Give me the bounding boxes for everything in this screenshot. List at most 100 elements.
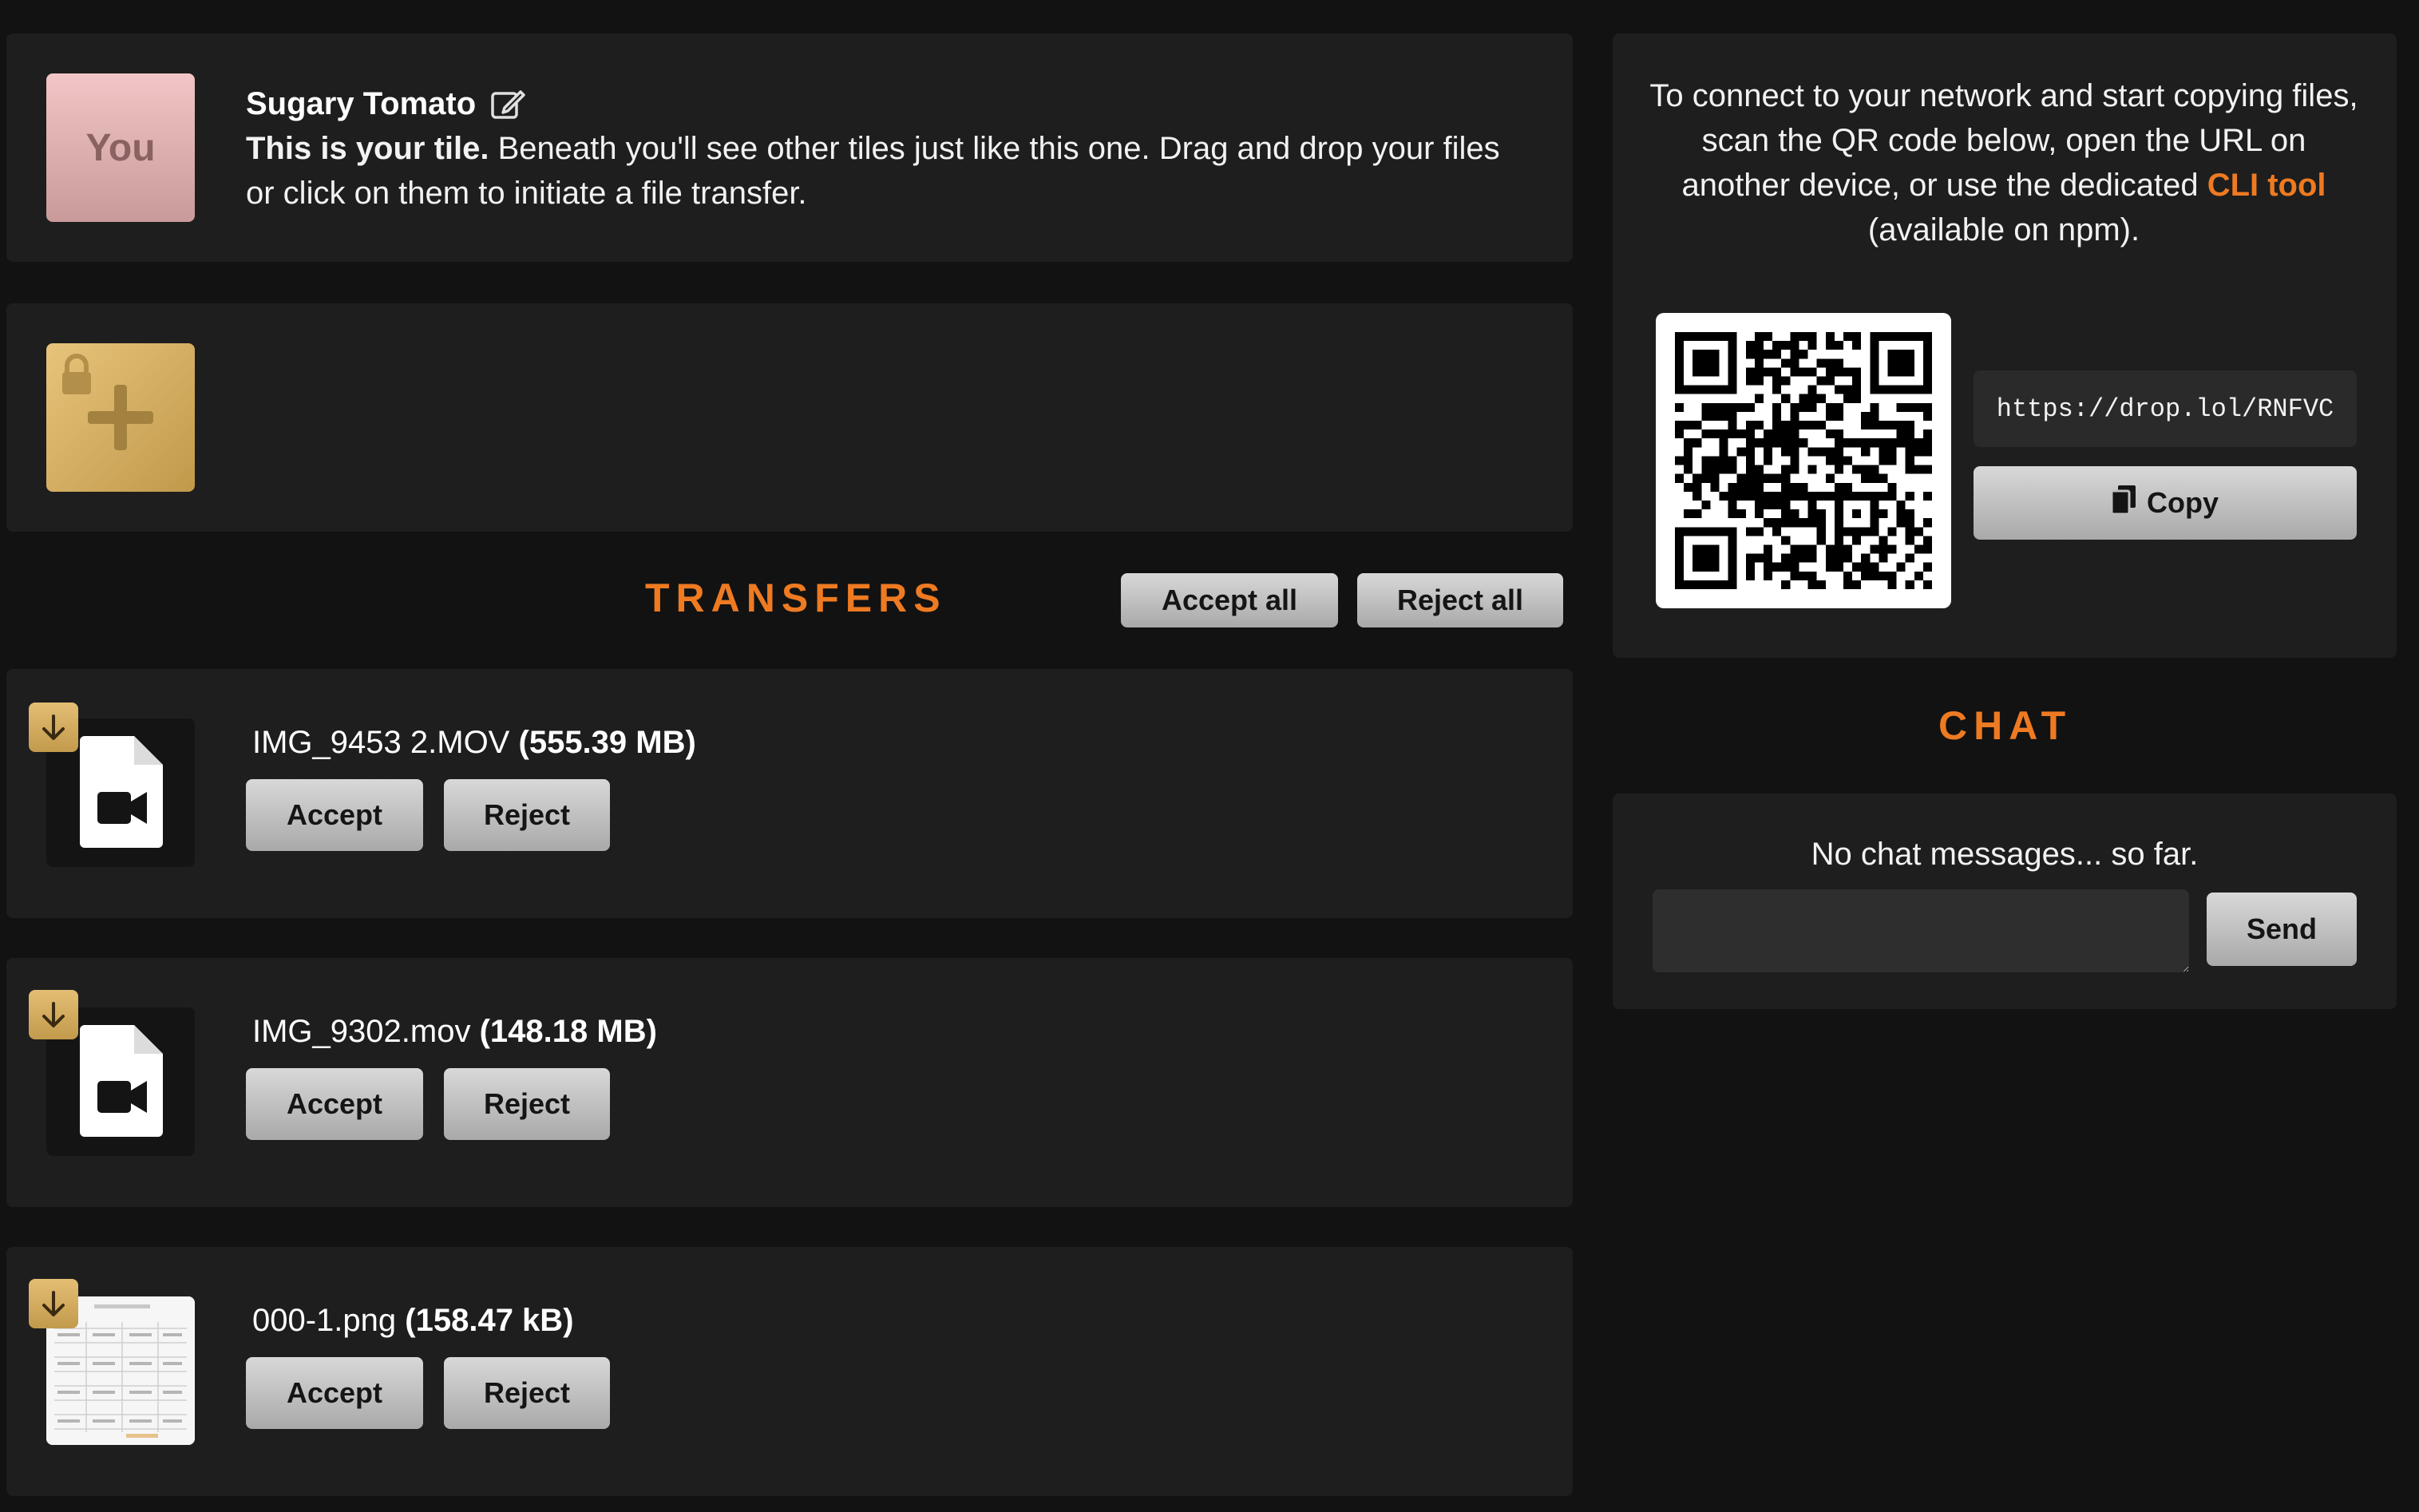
qr-module [1728,402,1737,412]
qr-module [1861,527,1871,536]
qr-module [1914,332,1923,342]
accept-button[interactable]: Accept [246,779,423,851]
accept-button[interactable]: Accept [246,1357,423,1429]
reject-button[interactable]: Reject [444,1068,610,1140]
qr-module [1870,491,1879,501]
qr-module [1701,456,1711,465]
cli-tool-link[interactable]: CLI tool [2207,168,2326,203]
qr-module [1887,447,1897,457]
qr-module [1781,429,1791,439]
qr-module [1790,421,1799,430]
qr-module [1772,438,1782,448]
qr-module [1816,491,1826,501]
qr-module [1701,553,1711,563]
qr-module [1764,500,1773,510]
qr-module [1745,367,1755,377]
qr-module [1745,465,1755,474]
qr-module [1834,447,1843,457]
qr-module [1879,571,1888,580]
qr-module [1772,367,1782,377]
qr-module [1799,491,1808,501]
qr-module [1879,456,1888,465]
reject-all-button[interactable]: Reject all [1357,573,1563,627]
qr-module [1816,509,1826,519]
qr-module [1684,509,1693,519]
transfer-item: 000-1.png (158.47 kB) Accept Reject [6,1247,1573,1496]
qr-module [1825,456,1835,465]
qr-module [1710,527,1720,536]
qr-module [1719,429,1728,439]
qr-module [1825,411,1835,422]
connect-panel: To connect to your network and start cop… [1613,34,2397,658]
qr-module [1799,421,1808,430]
qr-module [1887,527,1897,536]
qr-module [1861,411,1871,422]
qr-module [1790,350,1799,359]
qr-module [1764,447,1773,457]
qr-module [1852,376,1862,386]
qr-module [1693,385,1702,394]
qr-module [1922,562,1932,572]
qr-module [1772,491,1782,501]
qr-module [1825,358,1835,368]
qr-module [1764,429,1773,439]
qr-module [1861,447,1871,457]
qr-module [1764,571,1773,580]
qr-module [1887,332,1897,342]
qr-module [1781,447,1791,457]
qr-module [1693,544,1702,554]
send-button[interactable]: Send [2207,893,2357,966]
qr-module [1870,358,1879,368]
qr-module [1834,341,1843,350]
qr-module [1675,562,1685,572]
add-device-tile[interactable] [46,343,195,492]
qr-module [1807,341,1817,350]
reject-button[interactable]: Reject [444,779,610,851]
qr-module [1896,385,1906,394]
connect-text-after: (available on npm). [1867,212,2140,247]
qr-module [1896,429,1906,439]
qr-module [1905,367,1914,377]
qr-module [1852,341,1862,350]
qr-module [1852,527,1862,536]
chat-input[interactable] [1653,889,2189,972]
qr-module [1701,544,1711,554]
arrow-down-icon [42,714,65,740]
file-size: (555.39 MB) [518,725,696,760]
qr-module [1719,580,1728,589]
qr-module [1905,536,1914,545]
qr-module [1710,482,1720,492]
copy-button[interactable]: Copy [1974,466,2357,540]
qr-module [1870,402,1879,412]
qr-module [1693,332,1702,342]
qr-module [1799,367,1808,377]
qr-module [1745,571,1755,580]
qr-module [1879,421,1888,430]
qr-module [1816,518,1826,528]
qr-module [1754,350,1764,359]
qr-module [1675,402,1685,412]
qr-module [1701,358,1711,368]
qr-module [1825,447,1835,457]
qr-module [1772,500,1782,510]
qr-module [1701,367,1711,377]
accept-all-button[interactable]: Accept all [1121,573,1338,627]
qr-module [1754,394,1764,403]
edit-name-icon[interactable] [490,89,525,121]
qr-module [1745,341,1755,350]
self-avatar: You [46,73,195,222]
copy-label: Copy [2147,486,2219,519]
qr-module [1701,527,1711,536]
qr-module [1684,421,1693,430]
qr-module [1764,473,1773,483]
qr-module [1710,411,1720,422]
accept-button[interactable]: Accept [246,1068,423,1140]
qr-module [1834,465,1843,474]
qr-module [1922,358,1932,368]
qr-module [1693,509,1702,519]
qr-module [1834,562,1843,572]
qr-module [1710,580,1720,589]
qr-module [1861,562,1871,572]
reject-button[interactable]: Reject [444,1357,610,1429]
qr-module [1843,482,1853,492]
